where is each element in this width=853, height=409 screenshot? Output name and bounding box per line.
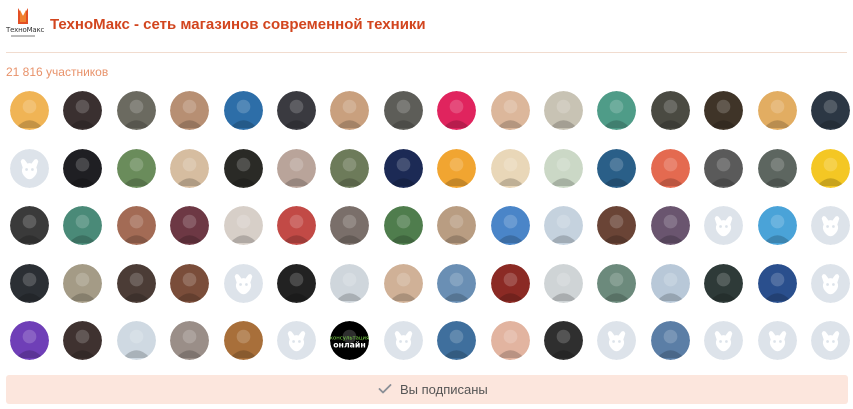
member-avatar[interactable]: [811, 91, 850, 130]
member-avatar[interactable]: [63, 91, 103, 130]
member-avatar[interactable]: [757, 206, 797, 245]
member-avatar[interactable]: [63, 321, 103, 360]
header-divider: [6, 52, 847, 53]
member-avatar[interactable]: [116, 148, 156, 188]
member-avatar[interactable]: [704, 148, 744, 188]
member-avatar[interactable]: [277, 206, 316, 245]
member-avatar[interactable]: [223, 321, 263, 360]
member-avatar[interactable]: [63, 148, 103, 188]
member-avatar[interactable]: [597, 91, 637, 130]
member-avatar[interactable]: [223, 148, 263, 188]
member-avatar[interactable]: [223, 91, 263, 130]
member-avatar[interactable]: [650, 206, 690, 245]
member-avatar[interactable]: [757, 148, 797, 188]
logo-text: ТехноМакс: [6, 26, 45, 34]
member-avatar[interactable]: [597, 263, 637, 303]
member-avatar[interactable]: [704, 91, 744, 130]
subscribed-button[interactable]: Вы подписаны: [6, 375, 848, 404]
member-avatar[interactable]: [597, 148, 637, 188]
member-avatar[interactable]: [437, 206, 477, 245]
member-avatar[interactable]: [383, 148, 423, 188]
member-avatar[interactable]: консультация онлайн: [330, 321, 370, 360]
vk-dog-avatar-icon[interactable]: [704, 206, 744, 245]
member-avatar[interactable]: [116, 263, 156, 303]
member-avatar[interactable]: [544, 321, 583, 360]
member-avatar[interactable]: [437, 148, 477, 188]
member-avatar[interactable]: [10, 321, 49, 360]
member-avatar[interactable]: [277, 263, 316, 303]
member-avatar[interactable]: [437, 263, 477, 303]
member-avatar[interactable]: [330, 263, 370, 303]
member-avatar[interactable]: [490, 206, 530, 245]
member-avatar[interactable]: [330, 91, 370, 130]
technomax-logo-icon[interactable]: ТехноМакс: [6, 7, 45, 41]
member-avatar[interactable]: [63, 206, 103, 245]
vk-dog-avatar-icon[interactable]: [811, 206, 850, 245]
member-avatar[interactable]: [277, 91, 316, 130]
vk-dog-avatar-icon[interactable]: [811, 321, 850, 360]
member-avatar[interactable]: [544, 91, 583, 130]
member-avatar[interactable]: [490, 148, 530, 188]
member-avatar[interactable]: [170, 91, 210, 130]
vk-dog-avatar-icon[interactable]: [277, 321, 316, 360]
member-avatar[interactable]: [757, 263, 797, 303]
check-icon: [378, 383, 392, 398]
member-avatar[interactable]: [544, 263, 583, 303]
subscribed-label: Вы подписаны: [400, 382, 488, 397]
vk-dog-avatar-icon[interactable]: [811, 263, 850, 303]
member-avatar[interactable]: [170, 206, 210, 245]
member-avatar[interactable]: [116, 321, 156, 360]
avatar-caption-line2: онлайн: [334, 340, 367, 349]
member-avatar[interactable]: [437, 321, 477, 360]
page-title[interactable]: ТехноМакс - сеть магазинов современной т…: [50, 16, 426, 33]
member-avatar[interactable]: [383, 206, 423, 245]
member-avatar[interactable]: [330, 148, 370, 188]
member-avatar[interactable]: [650, 263, 690, 303]
member-avatar[interactable]: [650, 321, 690, 360]
member-avatar[interactable]: [330, 206, 370, 245]
member-avatar[interactable]: [490, 263, 530, 303]
member-avatar[interactable]: [223, 206, 263, 245]
member-avatar[interactable]: [170, 148, 210, 188]
vk-dog-avatar-icon[interactable]: [597, 321, 637, 360]
member-avatar[interactable]: [63, 263, 103, 303]
member-avatar[interactable]: [757, 91, 797, 130]
vk-dog-avatar-icon[interactable]: [383, 321, 423, 360]
member-avatar[interactable]: [544, 148, 583, 188]
logo-subline: [11, 35, 35, 37]
member-avatar[interactable]: [650, 148, 690, 188]
member-avatar[interactable]: [490, 321, 530, 360]
members-count[interactable]: 21 816 участников: [6, 65, 108, 79]
member-avatar[interactable]: [597, 206, 637, 245]
member-avatar[interactable]: [544, 206, 583, 245]
member-avatar[interactable]: [116, 206, 156, 245]
member-avatar[interactable]: [277, 148, 316, 188]
vk-dog-avatar-icon[interactable]: [704, 321, 744, 360]
members-grid: консультация онлайн: [10, 91, 850, 371]
member-avatar[interactable]: [10, 206, 49, 245]
vk-dog-avatar-icon[interactable]: [10, 148, 49, 188]
member-avatar[interactable]: [490, 91, 530, 130]
member-avatar[interactable]: [383, 91, 423, 130]
member-avatar[interactable]: [10, 91, 49, 130]
member-avatar[interactable]: [383, 263, 423, 303]
vk-dog-avatar-icon[interactable]: [223, 263, 263, 303]
member-avatar[interactable]: [437, 91, 477, 130]
member-avatar[interactable]: [811, 148, 850, 188]
member-avatar[interactable]: [170, 263, 210, 303]
community-header: ТехноМакс ТехноМакс - сеть магазинов сов…: [0, 0, 853, 52]
member-avatar[interactable]: [10, 263, 49, 303]
member-avatar[interactable]: [170, 321, 210, 360]
member-avatar[interactable]: [116, 91, 156, 130]
member-avatar[interactable]: [704, 263, 744, 303]
vk-dog-avatar-icon[interactable]: [757, 321, 797, 360]
member-avatar[interactable]: [650, 91, 690, 130]
